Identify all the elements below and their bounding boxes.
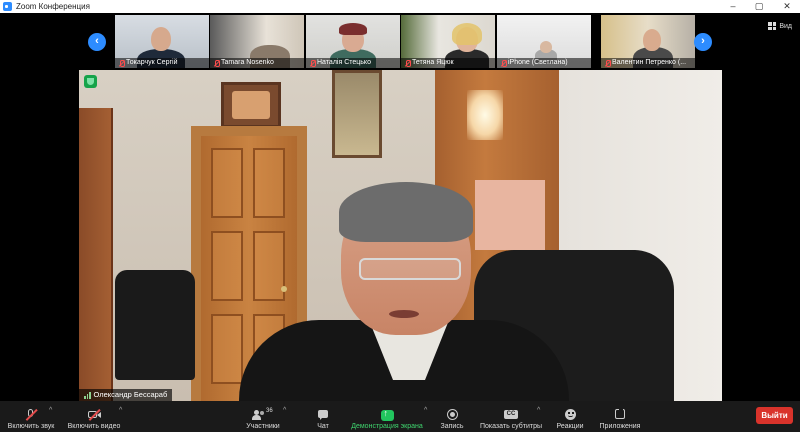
mic-muted-icon xyxy=(405,59,411,67)
participant-name-label: Tamara Nosenko xyxy=(210,58,304,68)
mic-muted-icon xyxy=(24,408,38,421)
view-label: Вид xyxy=(779,22,792,30)
share-options-caret-icon[interactable]: ^ xyxy=(424,407,427,414)
reactions-button[interactable]: Реакции xyxy=(555,403,585,431)
participant-face xyxy=(643,29,661,51)
record-button[interactable]: Запись xyxy=(438,403,466,431)
title-bar: Zoom Конференция – ▢ ✕ xyxy=(0,0,800,13)
zoom-window: Zoom Конференция – ▢ ✕ Вид ‹ Токарчук Се… xyxy=(0,0,800,432)
mic-muted-icon xyxy=(214,59,220,67)
participant-name-label: Тетяна Яцюк xyxy=(401,58,495,68)
audio-level-icon xyxy=(84,391,91,399)
participants-icon: 36 xyxy=(252,408,274,421)
leave-meeting-button[interactable]: Выйти xyxy=(756,407,793,424)
camera-off-icon xyxy=(87,408,101,421)
maximize-icon[interactable]: ▢ xyxy=(748,0,770,13)
close-icon[interactable]: ✕ xyxy=(776,0,798,13)
next-page-button[interactable]: › xyxy=(694,33,712,51)
participant-tile[interactable]: Тетяна Яцюк xyxy=(401,15,495,68)
zoom-logo-icon xyxy=(3,2,12,11)
encryption-shield-icon[interactable] xyxy=(84,75,97,88)
participant-name-label: Токарчук Сергій xyxy=(115,58,209,68)
previous-page-button[interactable]: ‹ xyxy=(88,33,106,51)
share-screen-button[interactable]: Демонстрация экрана xyxy=(349,403,425,431)
minimize-icon[interactable]: – xyxy=(722,0,744,13)
chat-button[interactable]: Чат xyxy=(313,403,333,431)
participant-face xyxy=(151,27,171,51)
participant-tile[interactable]: Валентин Петренко (... xyxy=(601,15,695,68)
chat-icon xyxy=(316,409,330,421)
start-video-button[interactable]: Включить видео xyxy=(66,403,122,431)
record-icon xyxy=(445,409,459,421)
participants-options-caret-icon[interactable]: ^ xyxy=(283,407,286,414)
participant-tile[interactable]: Tamara Nosenko xyxy=(210,15,304,68)
mic-muted-icon xyxy=(119,59,125,67)
participant-hair xyxy=(452,23,482,45)
closed-captions-icon: CC xyxy=(504,409,518,421)
participant-name-label: iPhone (Светлана) xyxy=(497,58,591,68)
view-button[interactable]: Вид xyxy=(768,20,792,32)
video-options-caret-icon[interactable]: ^ xyxy=(119,407,122,414)
participant-tile[interactable]: Наталія Стецько xyxy=(306,15,400,68)
speaker-hair xyxy=(339,182,473,242)
participant-name-label: Валентин Петренко (... xyxy=(601,58,695,68)
audio-options-caret-icon[interactable]: ^ xyxy=(49,407,52,414)
mic-muted-icon xyxy=(501,59,507,67)
participant-name-label: Наталія Стецько xyxy=(306,58,400,68)
mic-muted-icon xyxy=(605,59,611,67)
active-speaker-name-label: Олександр Бессараб xyxy=(79,389,173,401)
chevron-left-icon: ‹ xyxy=(95,35,99,47)
window-title: Zoom Конференция xyxy=(16,2,90,11)
speaker-mouth xyxy=(389,310,419,318)
cc-badge: CC xyxy=(504,410,518,419)
grid-view-icon xyxy=(768,22,777,30)
share-screen-icon xyxy=(380,408,394,421)
participants-count: 36 xyxy=(266,408,273,414)
apps-icon xyxy=(613,408,627,421)
participants-button[interactable]: 36 Участники xyxy=(244,403,282,431)
mic-muted-icon xyxy=(310,59,316,67)
background-chair xyxy=(115,270,195,380)
captions-options-caret-icon[interactable]: ^ xyxy=(537,407,540,414)
active-speaker-video[interactable]: Олександр Бессараб xyxy=(79,70,722,401)
participant-hair xyxy=(339,23,367,35)
meeting-toolbar: Включить звук ^ Включить видео ^ 36 Учас… xyxy=(0,401,800,432)
background-cabinet xyxy=(79,108,113,401)
apps-button[interactable]: Приложения xyxy=(597,403,643,431)
speaker-glasses xyxy=(359,258,461,280)
chevron-right-icon: › xyxy=(701,35,705,47)
background-emblem xyxy=(221,82,281,128)
participant-tile[interactable]: iPhone (Светлана) xyxy=(497,15,591,68)
show-captions-button[interactable]: CC Показать субтитры xyxy=(478,403,544,431)
participant-face xyxy=(540,41,552,53)
participant-tile[interactable]: Токарчук Сергій xyxy=(115,15,209,68)
reactions-smiley-icon xyxy=(563,409,577,421)
background-painting xyxy=(332,70,382,158)
